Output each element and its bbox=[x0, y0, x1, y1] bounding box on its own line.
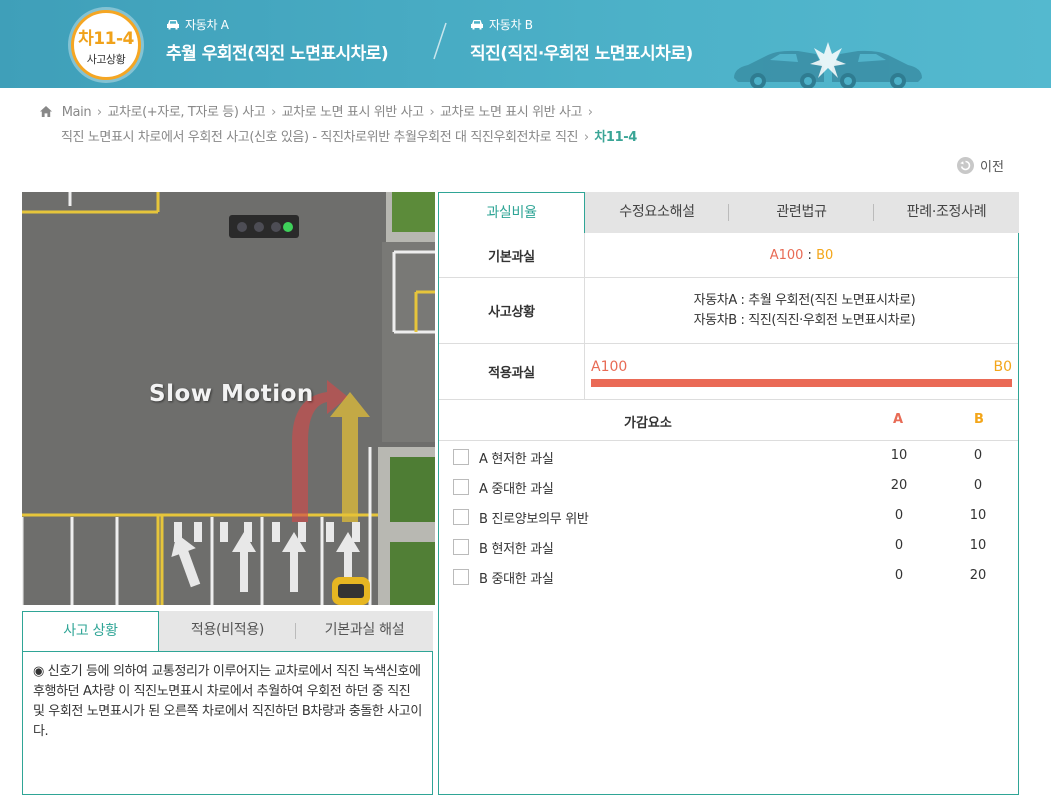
breadcrumb-separator: › bbox=[93, 105, 106, 120]
adjustment-value-b: 0 bbox=[973, 478, 983, 493]
adjustment-list: A 현저한 과실 10 0 A 중대한 과실 20 0 B 진로양보의무 위반 … bbox=[439, 442, 1018, 592]
tab-label: 기본과실 해설 bbox=[324, 622, 405, 638]
breadcrumb-separator: › bbox=[267, 105, 280, 120]
adjustment-row: B 중대한 과실 0 20 bbox=[439, 562, 1018, 592]
badge-code: 차11-4 bbox=[78, 29, 134, 49]
adjustment-checkbox[interactable] bbox=[453, 449, 469, 465]
header-banner: 차11-4 사고상황 자동차 A 추월 우회전(직진 노면표시차로) 자동차 B… bbox=[0, 0, 1051, 88]
breadcrumb: Main › 교차로(+자로, T자로 등) 사고 › 교차로 노면 표시 위반… bbox=[40, 100, 1000, 150]
back-arrow-icon bbox=[957, 157, 974, 174]
tab-label: 적용(비적용) bbox=[190, 622, 265, 638]
adjustment-label: A 중대한 과실 bbox=[479, 482, 554, 497]
breadcrumb-home[interactable]: Main bbox=[62, 105, 92, 120]
tab-label: 사고 상황 bbox=[63, 623, 118, 639]
situation-car-a: 자동차A : 추월 우회전(직진 노면표시차로) bbox=[693, 292, 916, 308]
situation-tabs: 사고 상황 적용(비적용) 기본과실 해설 bbox=[22, 611, 433, 651]
tab-basic-fault-explanation[interactable]: 기본과실 해설 bbox=[296, 611, 433, 651]
adjustment-value-b: 10 bbox=[969, 538, 987, 553]
prev-label: 이전 bbox=[980, 160, 1004, 175]
car-b-title: 직진(직진·우회전 노면표시차로) bbox=[470, 44, 693, 64]
situation-car-b: 자동차B : 직진(직진·우회전 노면표시차로) bbox=[693, 312, 916, 328]
situation-label: 사고상황 bbox=[439, 278, 585, 343]
tab-fault-ratio[interactable]: 과실비율 bbox=[438, 192, 585, 233]
applied-fault-label: 적용과실 bbox=[439, 344, 585, 399]
applied-fault-b: B0 bbox=[993, 359, 1012, 375]
basic-fault-label: 기본과실 bbox=[439, 233, 585, 277]
adjustment-value-a: 0 bbox=[894, 538, 904, 553]
car-a-title: 추월 우회전(직진 노면표시차로) bbox=[166, 44, 389, 64]
applied-fault-bar-a bbox=[591, 379, 1012, 387]
adjustment-label: B 중대한 과실 bbox=[479, 572, 554, 587]
tab-adjustment-explanation[interactable]: 수정요소해설 bbox=[585, 192, 729, 233]
adjustment-value-b: 10 bbox=[969, 508, 987, 523]
car-icon bbox=[471, 20, 483, 30]
badge-subtitle: 사고상황 bbox=[86, 53, 126, 66]
basic-fault-a: A100 bbox=[769, 247, 804, 263]
prev-button[interactable]: 이전 bbox=[957, 156, 1004, 175]
applied-fault-a: A100 bbox=[591, 359, 628, 375]
basic-fault-separator: : bbox=[803, 247, 817, 263]
adjustment-value-b: 0 bbox=[973, 448, 983, 463]
basic-fault-value: A100 : B0 bbox=[585, 233, 1018, 277]
tab-label: 과실비율 bbox=[486, 205, 537, 221]
applied-fault-value: A100 B0 bbox=[585, 344, 1018, 399]
breadcrumb-separator: › bbox=[580, 130, 593, 145]
accident-video[interactable]: Slow Motion bbox=[22, 192, 435, 605]
tab-precedents[interactable]: 판례·조정사례 bbox=[874, 192, 1019, 233]
breadcrumb-item[interactable]: 교차로 노면 표시 위반 사고 bbox=[282, 105, 424, 120]
adjustment-checkbox[interactable] bbox=[453, 539, 469, 555]
tab-related-laws[interactable]: 관련법규 bbox=[729, 192, 874, 233]
tab-applicability[interactable]: 적용(비적용) bbox=[159, 611, 296, 651]
breadcrumb-item[interactable]: 교차로(+자로, T자로 등) 사고 bbox=[107, 105, 265, 120]
adjustment-label: B 진로양보의무 위반 bbox=[479, 512, 589, 527]
breadcrumb-current: 차11-4 bbox=[594, 130, 637, 145]
situation-value: 자동차A : 추월 우회전(직진 노면표시차로) 자동차B : 직진(직진·우회… bbox=[585, 278, 1018, 343]
row-applied-fault: 적용과실 A100 B0 bbox=[439, 344, 1018, 400]
car-a-block: 자동차 A 추월 우회전(직진 노면표시차로) bbox=[166, 16, 389, 64]
adjustment-checkbox[interactable] bbox=[453, 509, 469, 525]
breadcrumb-item[interactable]: 직진 노면표시 차로에서 우회전 사고(신호 있음) - 직진차로위반 추월우회… bbox=[61, 130, 578, 145]
adjustment-value-a: 10 bbox=[890, 448, 908, 463]
tab-label: 판례·조정사례 bbox=[906, 204, 987, 220]
adjustment-row: A 현저한 과실 10 0 bbox=[439, 442, 1018, 472]
car-b-block: 자동차 B 직진(직진·우회전 노면표시차로) bbox=[470, 16, 693, 64]
case-badge: 차11-4 사고상황 bbox=[71, 10, 141, 80]
fault-info-table: 기본과실 A100 : B0 사고상황 자동차A : 추월 우회전(직진 노면표… bbox=[439, 233, 1018, 400]
adjustment-header-a: A bbox=[893, 412, 904, 427]
breadcrumb-separator: › bbox=[584, 105, 593, 120]
car-b-tag: 자동차 B bbox=[489, 18, 533, 32]
adjustment-row: B 현저한 과실 0 10 bbox=[439, 532, 1018, 562]
slash-divider bbox=[433, 22, 447, 60]
adjustment-value-a: 0 bbox=[894, 508, 904, 523]
tab-label: 관련법규 bbox=[776, 204, 827, 220]
adjustment-checkbox[interactable] bbox=[453, 569, 469, 585]
car-crash-illustration bbox=[734, 42, 922, 88]
breadcrumb-item[interactable]: 교차로 노면 표시 위반 사고 bbox=[440, 105, 582, 120]
fault-tabs: 과실비율 수정요소해설 관련법규 판례·조정사례 bbox=[438, 192, 1019, 233]
adjustment-checkbox[interactable] bbox=[453, 479, 469, 495]
tab-label: 수정요소해설 bbox=[619, 204, 695, 220]
adjustment-value-a: 0 bbox=[894, 568, 904, 583]
basic-fault-b: B0 bbox=[816, 247, 834, 263]
adjustment-value-a: 20 bbox=[890, 478, 908, 493]
applied-fault-bar bbox=[591, 379, 1012, 387]
breadcrumb-separator: › bbox=[425, 105, 438, 120]
adjustment-row: A 중대한 과실 20 0 bbox=[439, 472, 1018, 502]
adjustment-header-b: B bbox=[974, 412, 984, 427]
row-situation: 사고상황 자동차A : 추월 우회전(직진 노면표시차로) 자동차B : 직진(… bbox=[439, 278, 1018, 344]
row-basic-fault: 기본과실 A100 : B0 bbox=[439, 233, 1018, 278]
car-a-tag: 자동차 A bbox=[185, 18, 229, 32]
adjustment-row: B 진로양보의무 위반 0 10 bbox=[439, 502, 1018, 532]
fault-ratio-panel: 기본과실 A100 : B0 사고상황 자동차A : 추월 우회전(직진 노면표… bbox=[438, 233, 1019, 795]
adjustment-value-b: 20 bbox=[969, 568, 987, 583]
tab-accident-situation[interactable]: 사고 상황 bbox=[22, 611, 159, 651]
slow-motion-label: Slow Motion bbox=[149, 381, 314, 407]
adjustment-label: A 현저한 과실 bbox=[479, 452, 554, 467]
home-icon[interactable] bbox=[40, 106, 52, 117]
adjustment-header: 가감요소 A B bbox=[439, 401, 1018, 441]
car-icon bbox=[167, 20, 179, 30]
adjustment-label: B 현저한 과실 bbox=[479, 542, 554, 557]
situation-description: ◉ 신호기 등에 의하여 교통정리가 이루어지는 교차로에서 직진 녹색신호에 … bbox=[22, 651, 433, 795]
adjustment-header-label: 가감요소 bbox=[624, 416, 672, 431]
